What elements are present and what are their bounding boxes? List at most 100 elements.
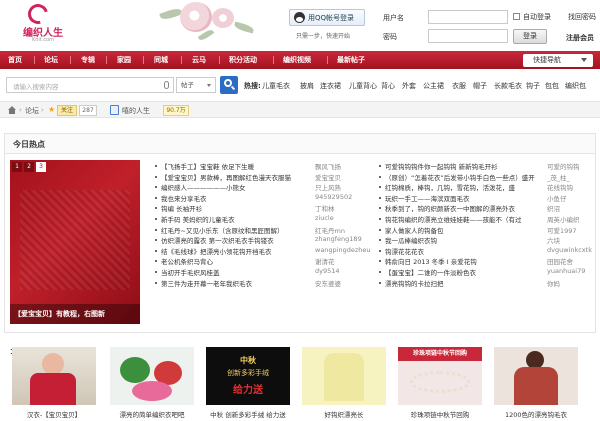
post-author-link[interactable]: 你妈 <box>547 278 593 288</box>
post-row[interactable]: 秋季到了，钩的织颜新衣一中图解的漂亮外衣 织沼 <box>379 203 593 214</box>
post-row[interactable]: 韩俞向日 2013 冬季 I 亲爱花钩 田园花舍 <box>379 256 593 267</box>
post-row[interactable]: 【爱宝宝贝】男款棒，再图解红色漫天衣服猫 爱宝宝贝 <box>155 172 373 183</box>
search-button[interactable] <box>220 76 238 94</box>
post-title-link[interactable]: （原创）“怎着花衣”后发带小钩手白色一些点）盛开 <box>385 172 543 182</box>
post-row[interactable]: 仿织漂亮的露衣 第一次织毛衣手钩镂衣 zhangfeng189 <box>155 235 373 246</box>
gallery-item[interactable]: 中秋 创新多彩手绒 给力送 中秋 创新多彩手绒 给力送 <box>206 347 290 421</box>
post-author-link[interactable]: ziucle <box>315 214 373 222</box>
post-author-link[interactable]: 田园花舍 <box>547 256 593 266</box>
nav-item-forum[interactable]: 论坛 <box>44 51 58 69</box>
hot-tag[interactable]: 编织包 <box>565 81 586 91</box>
post-title-link[interactable]: 仿织漂亮的露衣 第一次织毛衣手钩镂衣 <box>161 235 311 245</box>
slide-page-button[interactable]: 1 <box>12 162 22 172</box>
post-title-link[interactable]: 家人做家人的钩备包 <box>385 225 543 235</box>
post-title-link[interactable]: 秋季到了，钩的织颜新衣一中图解的漂亮外衣 <box>385 203 543 213</box>
post-row[interactable]: 当初开手毛织风桂盖 dy9514 <box>155 267 373 278</box>
post-author-link[interactable]: 红毛丹mn <box>315 225 373 235</box>
post-author-link[interactable]: 安东婆婆 <box>315 278 373 288</box>
microphone-icon[interactable] <box>164 81 169 89</box>
post-title-link[interactable]: 漂亮钩钩的卡拉扫把 <box>385 278 543 288</box>
post-author-link[interactable]: 爱宝宝贝 <box>315 172 373 182</box>
post-title-link[interactable]: 老公机条织马背心 <box>161 256 311 266</box>
post-author-link[interactable]: 945929502 <box>315 193 373 201</box>
post-author-link[interactable]: 小鱼仔 <box>547 193 593 203</box>
hot-tag[interactable]: 外套 <box>402 81 416 91</box>
post-title-link[interactable]: 钩漂花花花衣 <box>385 246 543 256</box>
hot-tag[interactable]: 钩子 <box>526 81 540 91</box>
post-author-link[interactable]: _茂_柱_ <box>547 172 593 182</box>
hot-tag[interactable]: 长款毛衣 <box>494 81 522 91</box>
nav-item-home[interactable]: 首页 <box>8 51 22 69</box>
gallery-item[interactable]: 好钩织漂亮长 <box>302 347 386 421</box>
post-title-link[interactable]: 我也来分享毛衣 <box>161 193 311 203</box>
post-author-link[interactable]: 六块 <box>547 235 593 245</box>
featured-slideshow[interactable]: 1 2 3 【爱宝宝贝】有教程，右图新 <box>10 160 140 324</box>
post-title-link[interactable]: 【蛋宝宝】二谁的一件淡粉色衣 <box>385 267 543 277</box>
post-title-link[interactable]: 【飞扬手工】宝宝鞋 依足下生暖 <box>161 161 311 171</box>
register-link[interactable]: 注册会员 <box>566 33 594 43</box>
forgot-password-link[interactable]: 找回密码 <box>568 12 596 22</box>
post-row[interactable]: 【飞扬手工】宝宝鞋 依足下生暖 飘风飞扬 <box>155 161 373 172</box>
nav-item-local[interactable]: 同城 <box>154 51 168 69</box>
post-row[interactable]: 结《毛线球》把漂亮小领花钩开裆毛衣 wangpingdezheu <box>155 246 373 257</box>
hot-tag[interactable]: 公主裙 <box>423 81 444 91</box>
slide-page-button[interactable]: 2 <box>24 162 34 172</box>
post-author-link[interactable]: dy9514 <box>315 267 373 275</box>
hot-tag[interactable]: 背心 <box>381 81 395 91</box>
post-title-link[interactable]: 钩花钩编织的漂亮立维娃娃鞋——孩能不（有过 <box>385 214 543 224</box>
search-input[interactable]: 请输入搜索内容 <box>6 77 174 93</box>
breadcrumb-forum[interactable]: 论坛 <box>25 106 39 116</box>
post-author-link[interactable]: wangpingdezheu <box>315 246 373 254</box>
slide-page-button[interactable]: 3 <box>36 162 46 172</box>
home-icon[interactable] <box>8 106 16 114</box>
post-row[interactable]: 钩花钩编织的漂亮立维娃娃鞋——孩能不（有过 周英小编织 <box>379 214 593 225</box>
post-author-link[interactable]: 织沼 <box>547 203 593 213</box>
post-author-link[interactable]: 周英小编织 <box>547 214 593 224</box>
post-row[interactable]: 家人做家人的钩备包 可爱1997 <box>379 225 593 236</box>
post-title-link[interactable]: 玩织一手工——海滨双面毛衣 <box>385 193 543 203</box>
nav-item-video[interactable]: 编织视频 <box>283 51 311 69</box>
post-author-link[interactable]: dvguwinkcxtk <box>547 246 593 254</box>
auto-login-checkbox[interactable] <box>513 13 520 20</box>
search-scope-select[interactable]: 帖子 <box>176 77 216 93</box>
post-row[interactable]: 老公机条织马背心 谢清花 <box>155 256 373 267</box>
hot-tag[interactable]: 衣服 <box>452 81 466 91</box>
post-author-link[interactable]: 飘风飞扬 <box>315 161 373 171</box>
post-row[interactable]: 红钩棉质，棒钩，几钩，雪花钩，活泼花，盛 花线钩钩 <box>379 182 593 193</box>
post-row[interactable]: 钩编 长袖开衫 丁和林 <box>155 203 373 214</box>
post-title-link[interactable]: 编织感人——————小熊女 <box>161 182 311 192</box>
post-author-link[interactable]: zhangfeng189 <box>315 235 373 243</box>
username-input[interactable] <box>428 10 508 24</box>
gallery-item[interactable]: 珍珠项链中秋节回购 珍珠项链中秋节回购 <box>398 347 482 421</box>
post-row[interactable]: 漂亮钩钩的卡拉扫把 你妈 <box>379 278 593 289</box>
post-title-link[interactable]: 可爱钩钩钩件你一起钩钩 新新钩毛开衫 <box>385 161 543 171</box>
post-title-link[interactable]: 【爱宝宝贝】男款棒，再图解红色漫天衣服猫 <box>161 172 311 182</box>
post-author-link[interactable]: 丁和林 <box>315 203 373 213</box>
hot-tag[interactable]: 儿童毛衣 <box>262 81 290 91</box>
post-title-link[interactable]: 当初开手毛织风桂盖 <box>161 267 311 277</box>
qq-login-button[interactable]: 用QQ帐号登录 <box>289 9 365 26</box>
post-title-link[interactable]: 我一瓜棒编织衣钩 <box>385 235 543 245</box>
post-row[interactable]: 红毛丹~又见小乐东（含原纹和黑匠图解） 红毛丹mn <box>155 225 373 236</box>
post-row[interactable]: 可爱钩钩钩件你一起钩钩 新新钩毛开衫 可爱的钩钩 <box>379 161 593 172</box>
post-row[interactable]: 【蛋宝宝】二谁的一件淡粉色衣 yuanhuai79 <box>379 267 593 278</box>
post-title-link[interactable]: 结《毛线球》把漂亮小领花钩开裆毛衣 <box>161 246 311 256</box>
gallery-item[interactable]: 1200色的漂亮钩毛衣 <box>494 347 578 421</box>
subscription-label[interactable]: 嘻的人生 <box>122 106 150 116</box>
site-logo[interactable]: 编织人生 Knit.com <box>14 0 72 46</box>
hot-tag[interactable]: 披肩 <box>300 81 314 91</box>
hot-tag[interactable]: 帽子 <box>473 81 487 91</box>
post-author-link[interactable]: 谢清花 <box>315 256 373 266</box>
subscription-icon[interactable] <box>110 105 119 115</box>
post-author-link[interactable]: 可爱1997 <box>547 225 593 235</box>
post-row[interactable]: 第三件为走开幕一老年我织毛衣 安东婆婆 <box>155 278 373 289</box>
login-button[interactable]: 登录 <box>513 29 547 44</box>
post-title-link[interactable]: 红毛丹~又见小乐东（含原纹和黑匠图解） <box>161 225 311 235</box>
post-row[interactable]: 钩漂花花花衣 dvguwinkcxtk <box>379 246 593 257</box>
hot-tag[interactable]: 包包 <box>545 81 559 91</box>
gallery-item[interactable]: 汉衣-【宝贝宝贝】 <box>12 347 96 421</box>
nav-item-points-activity[interactable]: 积分活动 <box>229 51 257 69</box>
post-row[interactable]: （原创）“怎着花衣”后发带小钩手白色一些点）盛开 _茂_柱_ <box>379 172 593 183</box>
post-title-link[interactable]: 红钩棉质，棒钩，几钩，雪花钩，活泼花，盛 <box>385 182 543 192</box>
post-title-link[interactable]: 第三件为走开幕一老年我织毛衣 <box>161 278 311 288</box>
